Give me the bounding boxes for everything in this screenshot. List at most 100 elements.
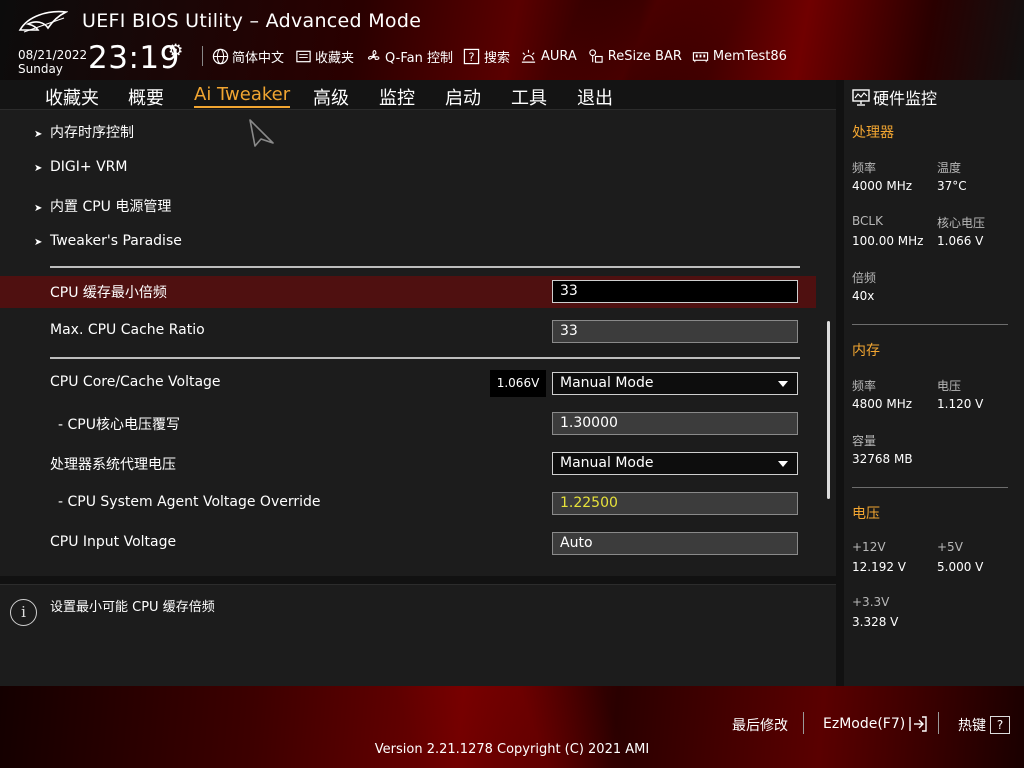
system-agent-voltage-select[interactable]: Manual Mode (552, 452, 798, 475)
tab-main[interactable]: 概要 (128, 84, 164, 110)
sa-voltage-override-input[interactable]: 1.22500 (552, 492, 798, 515)
cpu-freq-label: 频率 (852, 161, 877, 175)
cpu-vcore-label: 核心电压 (937, 216, 986, 230)
submenu-arrow-icon: ➤ (34, 163, 43, 174)
toolbar: 简体中文 收藏夹 Q-Fan 控制 ? 搜索 AURA ReSize BAR M… (198, 45, 797, 67)
hotkeys-label: 热键 (958, 718, 986, 734)
hardware-monitor-title: 硬件监控 (852, 85, 937, 109)
search-label: 搜索 (483, 50, 510, 66)
help-panel: i 设置最小可能 CPU 缓存倍频 (0, 584, 836, 686)
aura-button[interactable]: AURA (520, 47, 577, 65)
tab-favorites[interactable]: 收藏夹 (45, 84, 99, 110)
footer-separator (938, 712, 939, 734)
cpu-input-voltage-input[interactable]: Auto (552, 532, 798, 555)
help-text: 设置最小可能 CPU 缓存倍频 (50, 600, 215, 615)
cpu-ratio-value: 40x (852, 289, 875, 303)
qfan-control-label: Q-Fan 控制 (385, 50, 453, 66)
v12-label: +12V (852, 540, 886, 554)
hotkeys-button[interactable]: 热键 ? (958, 715, 1010, 735)
tab-boot[interactable]: 启动 (445, 84, 481, 110)
search-button[interactable]: ? 搜索 (463, 47, 510, 66)
monitor-divider (852, 324, 1008, 325)
tab-advanced[interactable]: 高级 (313, 84, 349, 110)
tab-monitor[interactable]: 监控 (379, 84, 415, 110)
submenu-digi-vrm[interactable]: ➤ DIGI+ VRM (34, 159, 127, 175)
section-divider (50, 266, 800, 268)
min-cache-ratio-label: CPU 缓存最小倍频 (50, 285, 167, 301)
weekday-display: Sunday (18, 62, 63, 76)
dropdown-caret-icon (778, 461, 788, 467)
system-agent-voltage-value: Manual Mode (560, 455, 654, 471)
core-cache-voltage-select[interactable]: Manual Mode (552, 372, 798, 395)
memory-voltage-value: 1.120 V (937, 397, 984, 411)
aura-label: AURA (540, 48, 577, 64)
sa-voltage-override-label: - CPU System Agent Voltage Override (58, 494, 321, 510)
memory-capacity-label: 容量 (852, 434, 877, 448)
submenu-label: 内存时序控制 (50, 125, 134, 141)
memory-freq-value: 4800 MHz (852, 397, 913, 411)
footer-bar: 最后修改 EzMode(F7) 热键 ? Version 2.21.1278 C… (0, 686, 1024, 768)
submenu-label: DIGI+ VRM (50, 159, 128, 175)
submenu-arrow-icon: ➤ (34, 129, 43, 140)
min-cache-ratio-input[interactable]: 33 (552, 280, 798, 303)
language-label: 简体中文 (232, 50, 285, 66)
resize-bar-icon (587, 47, 605, 65)
last-modified-button[interactable]: 最后修改 (732, 715, 788, 735)
v33-value: 3.328 V (852, 615, 899, 629)
qfan-control-button[interactable]: Q-Fan 控制 (364, 47, 453, 66)
system-agent-voltage-label: 处理器系统代理电压 (50, 457, 176, 473)
resize-bar-button[interactable]: ReSize BAR (587, 47, 682, 65)
aura-light-icon (520, 47, 538, 65)
cpu-vcore-value: 1.066 V (937, 234, 984, 248)
monitor-display-icon (852, 88, 870, 106)
cpu-bclk-label: BCLK (852, 214, 883, 228)
date-display: 08/21/2022 (18, 48, 88, 62)
cpu-input-voltage-label: CPU Input Voltage (50, 534, 177, 550)
tab-tool[interactable]: 工具 (511, 84, 547, 110)
voltage-section-heading: 电压 (852, 506, 880, 522)
clock-settings-gear-icon[interactable]: ⚙ (168, 41, 183, 61)
ezmode-label: EzMode(F7) (823, 716, 906, 732)
cpu-temp-value: 37°C (937, 179, 967, 193)
favorites-button[interactable]: 收藏夹 (294, 47, 354, 66)
dropdown-caret-icon (778, 381, 788, 387)
fan-icon (364, 47, 382, 65)
v5-value: 5.000 V (937, 560, 984, 574)
settings-scrollbar[interactable] (827, 321, 830, 499)
app-title: UEFI BIOS Utility – Advanced Mode (82, 10, 422, 32)
submenu-tweakers-paradise[interactable]: ➤ Tweaker's Paradise (34, 233, 182, 249)
tab-ai-tweaker[interactable]: Ai Tweaker (194, 84, 291, 108)
v5-label: +5V (937, 540, 963, 554)
main-tab-bar: 收藏夹 概要 Ai Tweaker 高级 监控 启动 工具 退出 (0, 80, 836, 110)
cpu-ratio-label: 倍频 (852, 271, 877, 285)
ezmode-button[interactable]: EzMode(F7) (823, 715, 928, 733)
memory-icon (692, 47, 710, 65)
svg-text:?: ? (469, 49, 475, 63)
toolbar-separator (202, 46, 203, 66)
submenu-arrow-icon: ➤ (34, 203, 43, 214)
mouse-cursor-icon (249, 119, 274, 147)
cpu-section-heading: 处理器 (852, 125, 894, 141)
submenu-label: 内置 CPU 电源管理 (50, 199, 172, 215)
memory-voltage-label: 电压 (937, 379, 962, 393)
favorites-label: 收藏夹 (315, 50, 355, 66)
v33-label: +3.3V (852, 595, 890, 609)
settings-panel: ➤ 内存时序控制 ➤ DIGI+ VRM ➤ 内置 CPU 电源管理 ➤ Tweaker… (0, 110, 836, 576)
memory-section-heading: 内存 (852, 343, 880, 359)
header-bar: UEFI BIOS Utility – Advanced Mode 08/21/… (0, 0, 1024, 80)
max-cache-ratio-input[interactable]: 33 (552, 320, 798, 343)
submenu-dram-timing[interactable]: ➤ 内存时序控制 (34, 122, 134, 142)
cpu-bclk-value: 100.00 MHz (852, 234, 924, 248)
exit-arrow-icon (908, 715, 928, 733)
language-button[interactable]: 简体中文 (211, 47, 284, 66)
info-icon: i (10, 599, 37, 626)
memtest-button[interactable]: MemTest86 (692, 47, 787, 65)
search-help-icon: ? (463, 47, 481, 65)
globe-icon (211, 47, 229, 65)
tab-exit[interactable]: 退出 (577, 84, 613, 110)
version-text: Version 2.21.1278 Copyright (C) 2021 AMI (374, 742, 650, 757)
core-voltage-override-input[interactable]: 1.30000 (552, 412, 798, 435)
monitor-title-label: 硬件监控 (873, 89, 938, 108)
memory-freq-label: 频率 (852, 379, 877, 393)
submenu-cpu-power[interactable]: ➤ 内置 CPU 电源管理 (34, 196, 171, 216)
